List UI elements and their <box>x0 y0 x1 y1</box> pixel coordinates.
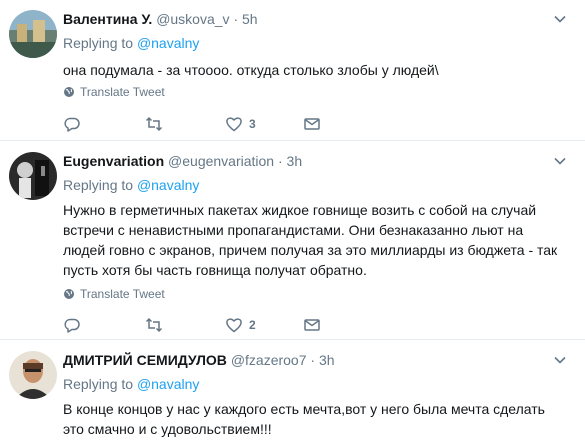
replying-to: Replying to @navalny <box>63 375 199 393</box>
user-handle[interactable]: @uskova_v <box>156 11 229 27</box>
like-button[interactable]: 2 <box>225 315 256 335</box>
reply-icon <box>64 318 80 333</box>
retweet-button[interactable] <box>145 114 163 134</box>
translate-label: Translate Tweet <box>80 85 165 99</box>
translate-tweet-link[interactable]: Translate Tweet <box>63 84 165 100</box>
heart-icon <box>226 318 242 333</box>
globe-icon <box>64 87 74 97</box>
avatar[interactable] <box>9 351 57 399</box>
retweet-icon <box>145 317 163 333</box>
like-count: 3 <box>249 117 256 131</box>
user-name[interactable]: ДМИТРИЙ СЕМИДУЛОВ <box>63 352 227 368</box>
timestamp[interactable]: 3h <box>319 352 335 368</box>
tweet[interactable]: Валентина У. @uskova_v · 5h Replying to … <box>0 0 585 141</box>
user-handle[interactable]: @eugenvariation <box>168 153 274 169</box>
message-button[interactable] <box>303 315 321 335</box>
user-name[interactable]: Eugenvariation <box>63 153 164 169</box>
replying-label: Replying to <box>63 35 134 51</box>
separator-dot: · <box>233 11 239 27</box>
replying-to: Replying to @navalny <box>63 34 199 52</box>
mention-link[interactable]: @navalny <box>137 376 199 392</box>
tweet-text: В конце концов у нас у каждого есть мечт… <box>63 401 545 437</box>
replying-to: Replying to @navalny <box>63 176 199 194</box>
avatar-image <box>9 351 57 399</box>
like-button[interactable]: 3 <box>225 114 256 134</box>
message-button[interactable] <box>303 114 321 134</box>
heart-icon <box>226 117 242 132</box>
separator-dot: · <box>277 153 283 169</box>
tweet-text: Нужно в герметичных пакетах жидкое говни… <box>63 202 558 278</box>
mention-link[interactable]: @navalny <box>137 177 199 193</box>
avatar[interactable] <box>9 10 57 58</box>
reply-icon <box>64 117 80 132</box>
timestamp[interactable]: 5h <box>242 11 258 27</box>
avatar[interactable] <box>9 152 57 200</box>
envelope-icon <box>304 118 320 130</box>
retweet-button[interactable] <box>145 315 163 335</box>
globe-icon <box>64 289 74 299</box>
user-name[interactable]: Валентина У. <box>63 11 152 27</box>
translate-label: Translate Tweet <box>80 287 165 301</box>
translate-tweet-link[interactable]: Translate Tweet <box>63 286 165 302</box>
user-handle[interactable]: @fzazeroo7 <box>231 352 307 368</box>
reply-button[interactable] <box>63 114 81 134</box>
chevron-down-icon[interactable] <box>553 12 567 26</box>
tweet-text: она подумала - за чтоооо. откуда столько… <box>63 62 439 78</box>
chevron-down-icon[interactable] <box>553 353 567 367</box>
avatar-image <box>9 152 57 200</box>
envelope-icon <box>304 319 320 331</box>
like-count: 2 <box>249 318 256 332</box>
avatar-image <box>9 10 57 58</box>
tweet-actions: 3 <box>63 114 333 134</box>
tweet[interactable]: ДМИТРИЙ СЕМИДУЛОВ @fzazeroo7 · 3h Replyi… <box>0 340 585 447</box>
mention-link[interactable]: @navalny <box>137 35 199 51</box>
timestamp[interactable]: 3h <box>287 153 303 169</box>
retweet-icon <box>145 116 163 132</box>
replying-label: Replying to <box>63 376 134 392</box>
tweet-actions: 2 <box>63 315 333 335</box>
replying-label: Replying to <box>63 177 134 193</box>
reply-button[interactable] <box>63 315 81 335</box>
tweet[interactable]: Eugenvariation @eugenvariation · 3h Repl… <box>0 141 585 340</box>
chevron-down-icon[interactable] <box>553 154 567 168</box>
separator-dot: · <box>310 352 316 368</box>
